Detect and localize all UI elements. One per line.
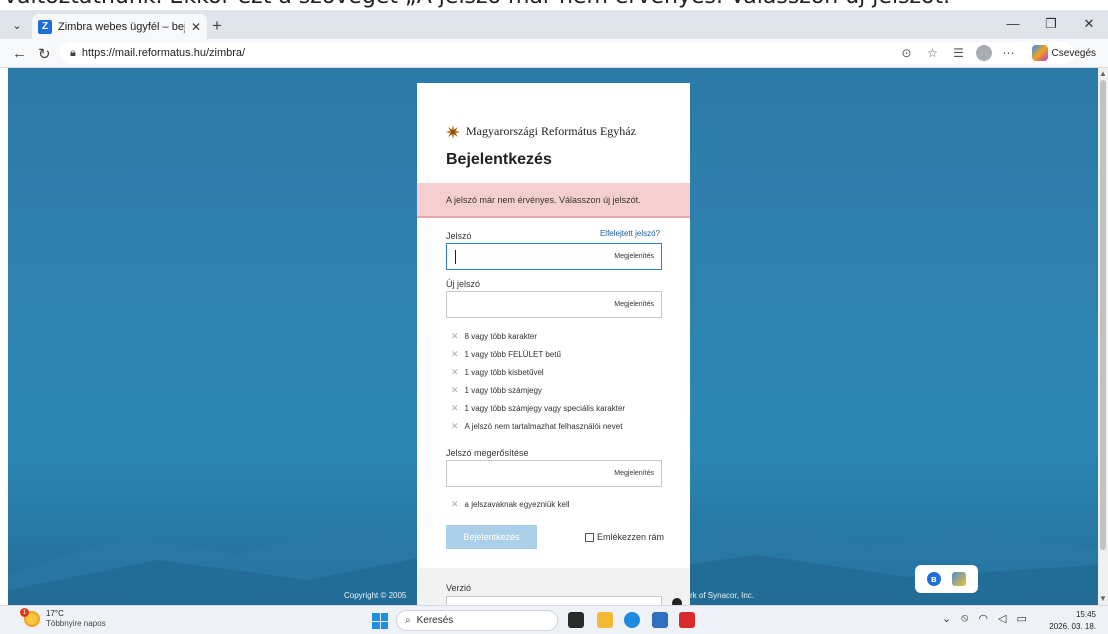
store-icon[interactable]: [652, 612, 668, 628]
bluetooth-icon[interactable]: ʙ: [926, 572, 941, 586]
new-tab-plus-icon[interactable]: +: [212, 16, 222, 36]
favorites-list-icon[interactable]: ☰: [950, 44, 968, 62]
reformed-church-logo-icon: [446, 124, 460, 139]
brand: Magyarországi Református Egyház: [446, 124, 636, 139]
show-password-button[interactable]: Megjelenítés: [614, 253, 654, 260]
window-controls: — ❐ ✕: [994, 10, 1108, 38]
tab-title: Zimbra webes ügyfél – bejelentkez: [58, 20, 185, 33]
card-footer: Verzió: [417, 568, 690, 605]
page-title: Bejelentkezés: [446, 151, 552, 168]
minimize-icon[interactable]: —: [994, 10, 1032, 38]
forgot-password-link[interactable]: Elfelejtett jelszó?: [600, 229, 660, 238]
restore-icon[interactable]: ❐: [1032, 10, 1070, 38]
close-tab-icon[interactable]: ✕: [191, 20, 201, 34]
profile-avatar-icon[interactable]: [975, 45, 992, 61]
battery-icon[interactable]: ▭: [1016, 612, 1026, 625]
url-text: https://mail.reformatus.hu/zimbra/: [81, 47, 246, 59]
remember-me[interactable]: Emlékezzen rám: [585, 532, 664, 542]
tray-chevron-icon[interactable]: ⌄: [942, 612, 951, 625]
drive-sync-icon[interactable]: [952, 572, 967, 586]
close-window-icon[interactable]: ✕: [1070, 10, 1108, 38]
version-select[interactable]: [446, 596, 662, 605]
weather-widget[interactable]: 1 17°C Többnyire napos: [20, 608, 106, 629]
tray-overflow-popup: ʙ: [915, 565, 978, 593]
password-expired-alert: A jelszó már nem érvényes. Válasszon új …: [417, 183, 690, 218]
scroll-thumb[interactable]: [1100, 80, 1106, 550]
x-mark-icon: ✕: [451, 385, 459, 395]
password-label: Jelszó: [446, 231, 472, 241]
task-view-icon[interactable]: [568, 612, 584, 628]
password-field[interactable]: Megjelenítés: [446, 243, 662, 270]
x-mark-icon: ✕: [451, 349, 459, 359]
page-scrollbar[interactable]: ▲ ▼: [1098, 68, 1108, 605]
clock[interactable]: 15:45 2026. 03. 18.: [1049, 609, 1096, 633]
edge-browser-icon[interactable]: [624, 612, 640, 628]
x-mark-icon: ✕: [451, 499, 459, 509]
copilot-chat-button[interactable]: Csevegés: [1026, 43, 1102, 63]
caption-text: változtatnunk. Ekkor ezt a szöveget „A j…: [4, 0, 950, 9]
reader-mode-icon[interactable]: ⊙: [898, 44, 916, 62]
start-windows-icon[interactable]: [372, 613, 388, 629]
weather-description: Többnyire napos: [46, 619, 106, 628]
new-password-label: Új jelszó: [446, 279, 481, 289]
copilot-icon: [1031, 45, 1048, 61]
tab-zimbra[interactable]: Z Zimbra webes ügyfél – bejelentkez ✕: [32, 14, 207, 39]
back-arrow-icon[interactable]: ←: [12, 45, 27, 62]
confirm-password-label: Jelszó megerősítése: [446, 448, 529, 458]
new-password-field[interactable]: Megjelenítés: [446, 291, 662, 318]
text-caret: [455, 250, 456, 264]
temperature: 17°C: [46, 609, 64, 618]
wifi-icon[interactable]: ◠: [978, 612, 988, 625]
network-off-icon[interactable]: ⦸: [961, 612, 968, 625]
requirement-item: ✕ 1 vagy több számjegy vagy speciális kar…: [451, 403, 626, 413]
caption-text-strip: változtatnunk. Ekkor ezt a szöveget „A j…: [0, 0, 1108, 10]
login-button[interactable]: Bejelentkezés: [446, 525, 537, 549]
requirement-item: ✕ A jelszó nem tartalmazhat felhasználói …: [451, 421, 623, 431]
volume-icon[interactable]: ◁: [998, 612, 1006, 625]
show-confirm-password-button[interactable]: Megjelenítés: [614, 470, 654, 477]
taskbar-search[interactable]: ⌕ Keresés: [396, 610, 558, 631]
x-mark-icon: ✕: [451, 403, 459, 413]
page-viewport: Magyarországi Református Egyház Bejelent…: [8, 68, 1098, 605]
requirement-item: ✕ 1 vagy több FELÜLET betű: [451, 349, 561, 359]
requirement-item: ✕ 1 vagy több számjegy: [451, 385, 542, 395]
match-requirement-item: ✕ a jelszavaknak egyezniük kell: [451, 499, 570, 509]
copyright-left: Copyright © 2005: [344, 591, 407, 600]
favorite-star-icon[interactable]: ☆: [924, 44, 942, 62]
copyright-right: rk of Synacor, Inc.: [690, 591, 755, 600]
system-tray: ⌄ ⦸ ◠ ◁ ▭: [942, 612, 1027, 625]
refresh-icon[interactable]: ↻: [38, 45, 51, 63]
tab-actions-menu-icon[interactable]: ⌄: [6, 15, 28, 35]
search-icon: ⌕: [405, 615, 411, 626]
taskbar: 1 17°C Többnyire napos ⌕ Keresés ⌄ ⦸ ◠ ◁…: [0, 605, 1108, 634]
remember-me-label: Emlékezzen rám: [597, 532, 665, 542]
time: 15:45: [1075, 610, 1096, 619]
brand-name: Magyarországi Református Egyház: [466, 124, 636, 138]
lock-icon[interactable]: 🔒︎: [70, 47, 76, 60]
x-mark-icon: ✕: [451, 367, 459, 377]
zimbra-favicon-icon: Z: [38, 19, 52, 34]
x-mark-icon: ✕: [451, 421, 459, 431]
notification-badge: 1: [20, 608, 29, 617]
date: 2026. 03. 18.: [1049, 622, 1096, 631]
browser-tab-bar: ⌄ Z Zimbra webes ügyfél – bejelentkez ✕ …: [0, 10, 1108, 39]
search-placeholder: Keresés: [416, 615, 454, 626]
scroll-down-icon[interactable]: ▼: [1099, 594, 1107, 603]
show-new-password-button[interactable]: Megjelenítés: [614, 301, 654, 308]
version-label: Verzió: [446, 583, 472, 593]
requirement-item: ✕ 8 vagy több karakter: [451, 331, 538, 341]
help-icon[interactable]: [672, 598, 682, 605]
sun-icon: 1: [20, 608, 40, 627]
login-card: Magyarországi Református Egyház Bejelent…: [417, 83, 690, 605]
remember-me-checkbox[interactable]: [585, 532, 594, 542]
x-mark-icon: ✕: [451, 331, 459, 341]
confirm-password-field[interactable]: Megjelenítés: [446, 460, 662, 487]
file-explorer-icon[interactable]: [597, 612, 613, 628]
scroll-up-icon[interactable]: ▲: [1099, 69, 1107, 78]
more-options-icon[interactable]: ⋯: [1000, 44, 1018, 62]
app-l-icon[interactable]: [679, 612, 695, 628]
address-bar: ← ↻ 🔒︎ https://mail.reformatus.hu/zimbra…: [0, 39, 1108, 68]
requirement-item: ✕ 1 vagy több kisbetűvel: [451, 367, 544, 377]
copilot-label: Csevegés: [1051, 47, 1096, 59]
